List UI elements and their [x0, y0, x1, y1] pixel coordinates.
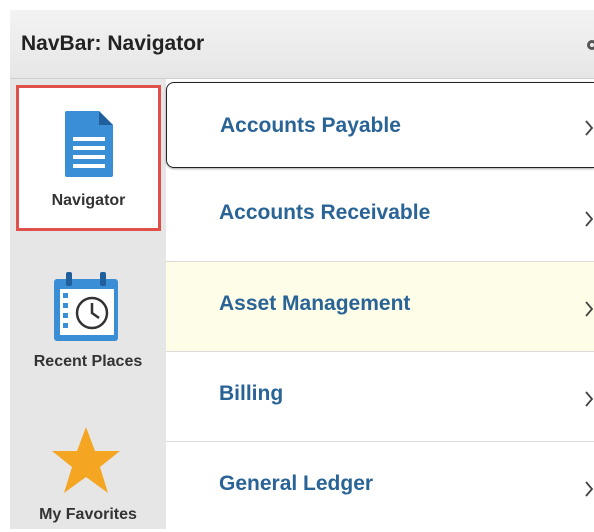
menu-item-label: Asset Management [219, 292, 411, 315]
menu-item-label: General Ledger [219, 472, 374, 495]
navbar-sidebar: Navigator Recent Places My Favorites [10, 79, 166, 529]
menu-item-billing[interactable]: Billing [166, 352, 594, 442]
menu-item-general-ledger[interactable]: General Ledger [166, 442, 594, 532]
menu-item-accounts-receivable[interactable]: Accounts Receivable [166, 172, 594, 262]
menu-item-label: Accounts Payable [220, 114, 401, 137]
menu-item-label: Accounts Receivable [219, 201, 431, 224]
chevron-right-icon [585, 391, 594, 407]
navigator-menu-list: Accounts Payable Accounts Receivable Ass… [166, 79, 594, 529]
sidebar-item-label: My Favorites [39, 506, 137, 523]
gear-icon[interactable] [586, 38, 594, 52]
sidebar-item-my-favorites[interactable]: My Favorites [10, 421, 166, 529]
menu-item-accounts-payable[interactable]: Accounts Payable [166, 82, 594, 168]
document-icon [65, 111, 113, 177]
chevron-right-icon [585, 211, 594, 227]
sidebar-item-label: Recent Places [33, 353, 143, 370]
star-icon [52, 427, 120, 493]
chevron-right-icon [585, 301, 594, 317]
sidebar-item-recent-places[interactable]: Recent Places [10, 265, 166, 385]
navbar-title: NavBar: Navigator [21, 32, 205, 55]
calendar-clock-icon [54, 272, 118, 341]
menu-item-label: Billing [219, 382, 284, 405]
menu-item-asset-management[interactable]: Asset Management [166, 262, 594, 352]
chevron-right-icon [585, 481, 594, 497]
sidebar-item-navigator[interactable]: Navigator [16, 85, 161, 231]
sidebar-item-label: Navigator [51, 192, 126, 209]
navbar-header: NavBar: Navigator [10, 10, 594, 79]
chevron-right-icon [585, 120, 594, 136]
